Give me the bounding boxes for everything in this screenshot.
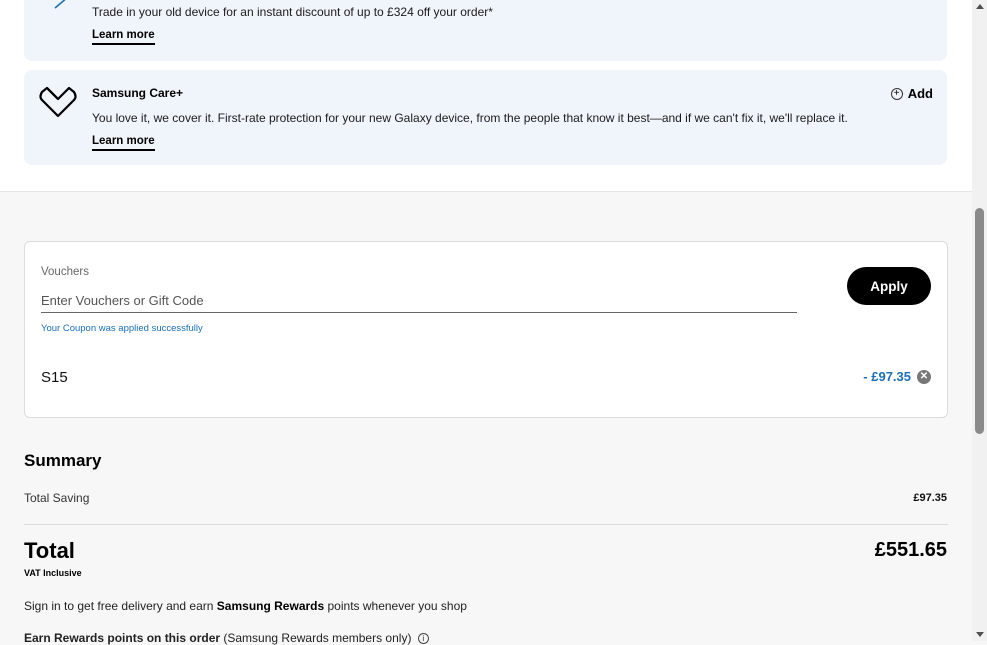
rewards-signin-text: Sign in to get free delivery and earn Sa… — [24, 599, 467, 613]
care-description: You love it, we cover it. First-rate pro… — [92, 111, 848, 125]
samsung-care-card: Samsung Care+ You love it, we cover it. … — [24, 70, 947, 165]
remove-voucher-icon[interactable]: ✕ — [917, 369, 931, 384]
scrollbar-thumb[interactable] — [975, 208, 984, 434]
scroll-up-arrow-icon[interactable] — [976, 4, 984, 9]
heart-shield-icon — [39, 86, 77, 118]
protection-section: Trade in your old device for an instant … — [0, 0, 972, 192]
voucher-section: Vouchers Apply Your Coupon was applied s… — [24, 241, 948, 418]
rewards-brand-text: Samsung Rewards — [216, 599, 325, 613]
trade-in-learn-more-link[interactable]: Learn more — [92, 29, 155, 45]
plus-circle-icon: + — [890, 87, 903, 100]
voucher-discount-amount: - £97.35 — [863, 369, 911, 384]
vat-label: VAT Inclusive — [24, 568, 82, 578]
info-icon[interactable]: i — [417, 633, 429, 645]
rewards-post-text: points whenever you shop — [324, 599, 467, 613]
care-add-button[interactable]: + Add — [890, 86, 933, 101]
trade-in-card: Trade in your old device for an instant … — [24, 0, 947, 61]
earn-rewards-row: Earn Rewards points on this order (Samsu… — [24, 631, 429, 645]
trade-in-text: Trade in your old device for an instant … — [92, 5, 493, 19]
care-learn-more-link[interactable]: Learn more — [92, 135, 155, 151]
coupon-success-message: Your Coupon was applied successfully — [41, 323, 203, 334]
apply-button[interactable]: Apply — [847, 267, 931, 305]
earn-rewards-note: (Samsung Rewards members only) — [223, 631, 412, 645]
care-title: Samsung Care+ — [92, 86, 184, 100]
voucher-label: Vouchers — [41, 266, 89, 278]
total-saving-label: Total Saving — [24, 491, 90, 505]
applied-voucher-code: S15 — [41, 369, 68, 386]
summary-title: Summary — [24, 451, 102, 470]
total-saving-value: £97.35 — [913, 492, 947, 504]
total-value: £551.65 — [874, 539, 947, 561]
voucher-input[interactable] — [41, 288, 797, 313]
rewards-pre-text: Sign in to get free delivery and earn — [24, 599, 217, 613]
earn-rewards-label: Earn Rewards points on this order — [24, 631, 221, 645]
page-scrollbar[interactable] — [972, 0, 987, 641]
summary-divider — [24, 524, 948, 525]
total-label: Total — [24, 538, 75, 563]
care-add-label: Add — [907, 86, 933, 101]
scroll-down-arrow-icon[interactable] — [976, 632, 984, 637]
voucher-discount: - £97.35 ✕ — [863, 369, 931, 384]
trade-in-arrow-icon — [54, 0, 66, 9]
